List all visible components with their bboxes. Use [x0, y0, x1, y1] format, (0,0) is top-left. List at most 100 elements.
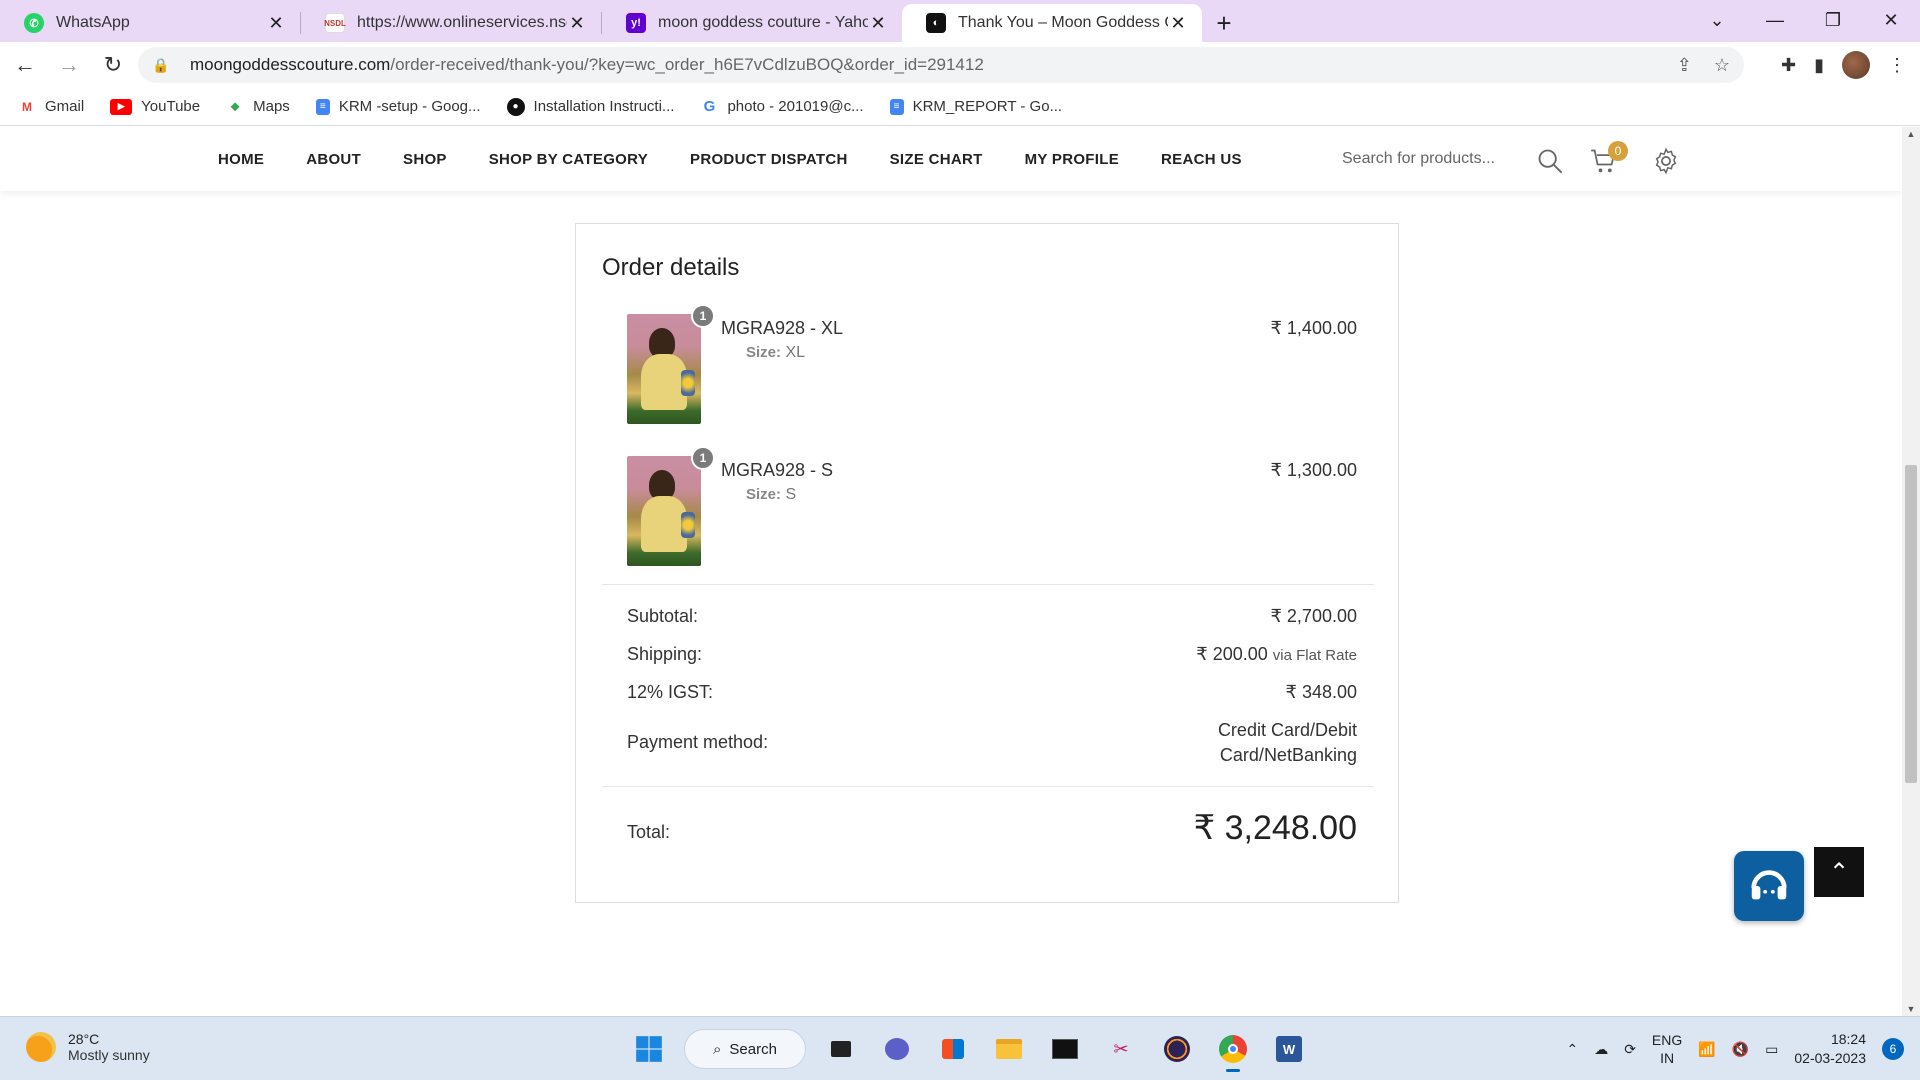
- weather-widget[interactable]: 28°C Mostly sunny: [26, 1031, 150, 1063]
- new-tab-button[interactable]: +: [1202, 4, 1246, 42]
- start-button[interactable]: [628, 1028, 670, 1070]
- whatsapp-icon: ✆: [24, 13, 44, 33]
- close-window-button[interactable]: ✕: [1862, 0, 1920, 40]
- wifi-icon[interactable]: 📶: [1698, 1041, 1715, 1058]
- taskbar-search[interactable]: ⌕ Search: [684, 1029, 806, 1069]
- subtotal-value: ₹ 2,700.00: [1270, 606, 1357, 626]
- product-thumbnail[interactable]: 1: [627, 446, 715, 566]
- side-panel-icon[interactable]: ▮: [1814, 55, 1824, 76]
- store-icon[interactable]: [932, 1028, 974, 1070]
- lock-icon: 🔒: [152, 56, 170, 73]
- share-icon[interactable]: ⇪: [1677, 55, 1692, 76]
- payment-method-row: Payment method: Credit Card/Debit Card/N…: [627, 720, 1357, 772]
- tab-whatsapp[interactable]: ✆ WhatsApp ✕: [0, 4, 300, 42]
- docs-icon: ≡: [315, 98, 330, 115]
- extensions-icon[interactable]: ✚: [1781, 55, 1796, 76]
- menu-icon[interactable]: ⋮: [1888, 55, 1906, 76]
- total-row: Total: ₹ 3,248.00: [627, 808, 1357, 852]
- divider: [602, 584, 1374, 585]
- site-icon: ◐: [926, 13, 946, 33]
- eclipse-icon[interactable]: [1156, 1028, 1198, 1070]
- nav-home[interactable]: HOME: [218, 151, 264, 168]
- word-icon[interactable]: W: [1268, 1028, 1310, 1070]
- size-value: XL: [785, 344, 806, 361]
- onedrive-cloud-icon[interactable]: ☁: [1594, 1041, 1608, 1058]
- subtotal-label: Subtotal:: [627, 606, 699, 626]
- close-icon[interactable]: ✕: [266, 13, 286, 34]
- nav-about[interactable]: ABOUT: [306, 151, 361, 168]
- task-view-icon[interactable]: [820, 1028, 862, 1070]
- site-header: HOME ABOUT SHOP SHOP BY CATEGORY PRODUCT…: [0, 127, 1902, 191]
- item-size: Size: XL: [746, 344, 805, 362]
- back-icon[interactable]: ←: [6, 46, 44, 84]
- file-explorer-icon[interactable]: [988, 1028, 1030, 1070]
- size-value: S: [785, 486, 797, 503]
- bookmark-maps[interactable]: ⬥ Maps: [226, 98, 290, 115]
- terminal-icon[interactable]: [1044, 1028, 1086, 1070]
- total-value: ₹ 3,248.00: [1193, 809, 1357, 847]
- clock[interactable]: 18:24 02-03-2023: [1794, 1030, 1866, 1068]
- tab-nsdl[interactable]: NSDL https://www.onlineservices.nsdl.c ✕: [301, 4, 601, 42]
- teams-chat-icon[interactable]: [876, 1028, 918, 1070]
- payment-method-line: Credit Card/Debit: [1217, 720, 1357, 740]
- search-icon[interactable]: [1536, 147, 1564, 175]
- page-scrollbar[interactable]: ▲ ▼: [1902, 127, 1920, 1016]
- clock-time: 18:24: [1830, 1031, 1866, 1047]
- tax-value: ₹ 348.00: [1285, 682, 1357, 702]
- support-chat-button[interactable]: [1734, 851, 1804, 921]
- scroll-up-arrow-icon[interactable]: ▲: [1902, 129, 1920, 139]
- close-icon[interactable]: ✕: [567, 13, 587, 34]
- minimize-button[interactable]: —: [1746, 0, 1804, 40]
- bookmark-label: YouTube: [141, 98, 201, 115]
- product-search-input[interactable]: [1342, 150, 1532, 168]
- language-indicator[interactable]: ENG IN: [1652, 1031, 1682, 1067]
- cart-button[interactable]: 0: [1590, 141, 1628, 175]
- bookmark-krm-report[interactable]: ≡ KRM_REPORT - Go...: [889, 98, 1062, 115]
- item-name: MGRA928 - XL: [721, 318, 844, 338]
- settings-gear-icon[interactable]: [1652, 147, 1680, 175]
- headset-icon: [1751, 870, 1787, 900]
- taskbar-search-label: Search: [729, 1040, 777, 1058]
- tab-title: https://www.onlineservices.nsdl.c: [357, 14, 567, 31]
- chrome-icon[interactable]: [1212, 1028, 1254, 1072]
- address-bar[interactable]: 🔒 moongoddesscouture.com/order-received/…: [138, 47, 1744, 83]
- tab-thank-you[interactable]: ◐ Thank You – Moon Goddess Cou ✕: [902, 4, 1202, 42]
- scroll-down-arrow-icon[interactable]: ▼: [1902, 1004, 1920, 1014]
- nav-shop-by-category[interactable]: SHOP BY CATEGORY: [489, 151, 648, 168]
- nav-product-dispatch[interactable]: PRODUCT DISPATCH: [690, 151, 848, 168]
- nav-size-chart[interactable]: SIZE CHART: [890, 151, 983, 168]
- sync-icon[interactable]: ⟳: [1624, 1041, 1636, 1058]
- browser-toolbar: ← → ↻ 🔒 moongoddesscouture.com/order-rec…: [0, 42, 1920, 88]
- close-icon[interactable]: ✕: [1168, 13, 1188, 34]
- item-price: ₹ 1,400.00: [1270, 318, 1357, 338]
- tab-search-icon[interactable]: ⌄: [1688, 0, 1746, 40]
- bookmark-star-icon[interactable]: ☆: [1714, 55, 1730, 76]
- forward-icon[interactable]: →: [50, 46, 88, 84]
- total-label: Total:: [627, 822, 671, 842]
- bookmark-gmail[interactable]: M Gmail: [18, 98, 84, 115]
- restore-button[interactable]: ❐: [1804, 0, 1862, 40]
- nav-my-profile[interactable]: MY PROFILE: [1025, 151, 1119, 168]
- nav-shop[interactable]: SHOP: [403, 151, 447, 168]
- bookmark-installation[interactable]: ● Installation Instructi...: [506, 97, 674, 116]
- snipping-tool-icon[interactable]: ✂: [1100, 1028, 1142, 1070]
- volume-muted-icon[interactable]: 🔇: [1732, 1041, 1749, 1058]
- nav-reach-us[interactable]: REACH US: [1161, 151, 1242, 168]
- quantity-badge: 1: [691, 446, 715, 470]
- notification-badge[interactable]: 6: [1882, 1038, 1904, 1060]
- search-icon: ⌕: [713, 1040, 722, 1058]
- tab-yahoo[interactable]: y! moon goddess couture - Yahoo I ✕: [602, 4, 902, 42]
- shipping-method: via Flat Rate: [1272, 647, 1357, 664]
- product-thumbnail[interactable]: 1: [627, 304, 715, 424]
- profile-avatar[interactable]: [1842, 51, 1870, 79]
- scroll-to-top-button[interactable]: ⌃: [1814, 847, 1864, 897]
- show-hidden-icons-chevron-icon[interactable]: ⌃: [1566, 1041, 1578, 1058]
- battery-icon[interactable]: ▭: [1765, 1041, 1778, 1058]
- close-icon[interactable]: ✕: [868, 13, 888, 34]
- bookmark-krm-setup[interactable]: ≡ KRM -setup - Goog...: [315, 98, 481, 115]
- bookmark-youtube[interactable]: ▶ YouTube: [110, 98, 200, 115]
- bookmark-photo[interactable]: G photo - 201019@c...: [700, 98, 864, 115]
- payment-method-label: Payment method:: [627, 732, 769, 752]
- reload-icon[interactable]: ↻: [94, 46, 132, 84]
- scrollbar-thumb[interactable]: [1905, 465, 1917, 783]
